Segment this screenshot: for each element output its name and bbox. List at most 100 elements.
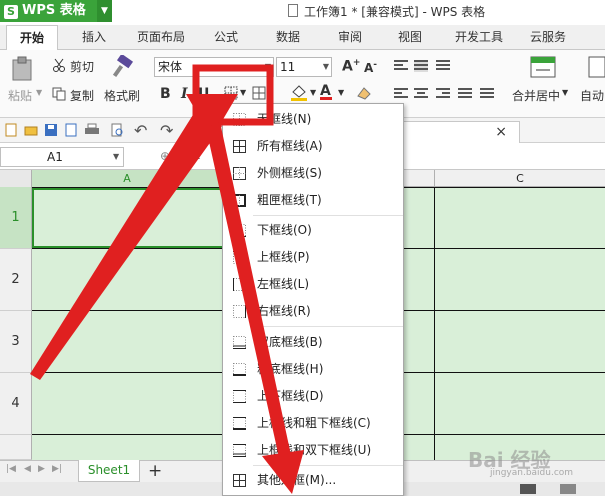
menu-item-more-borders[interactable]: 其他边框(M)...	[223, 467, 403, 494]
paste-icon[interactable]	[10, 56, 36, 82]
wps-logo-icon: S	[4, 5, 18, 19]
font-color-button[interactable]: A	[320, 83, 332, 100]
print-preview-icon[interactable]	[110, 123, 124, 137]
font-size-select[interactable]: 11 ▼	[276, 57, 332, 77]
undo-icon[interactable]: ↶	[134, 121, 147, 140]
clear-format-icon[interactable]	[356, 85, 372, 101]
last-sheet-icon[interactable]: ▶|	[52, 464, 62, 474]
add-sheet-button[interactable]: +	[148, 461, 162, 481]
fill-color-icon[interactable]	[290, 84, 308, 102]
increase-font-size-icon[interactable]: A+	[342, 58, 360, 75]
merge-dropdown-icon[interactable]: ▼	[562, 88, 568, 97]
app-menu-button[interactable]: S WPS 表格 ▼	[0, 0, 112, 22]
select-all-corner[interactable]	[0, 170, 32, 187]
menu-item-top-border[interactable]: 上框线(P)	[223, 244, 403, 271]
underline-button[interactable]: U	[198, 86, 209, 102]
row-header-5[interactable]	[0, 435, 32, 460]
paste-dropdown-icon[interactable]: ▼	[36, 88, 42, 97]
menu-item-top-thick-bottom-border[interactable]: 上框线和粗下框线(C)	[223, 410, 403, 437]
copy-button[interactable]: 复制	[70, 87, 94, 104]
chevron-down-icon: ▼	[113, 152, 120, 161]
window-title: 工作簿1 * [兼容模式] - WPS 表格	[304, 5, 486, 19]
tab-cloud-service[interactable]: 云服务	[520, 25, 576, 50]
auto-wrap-button[interactable]: 自动	[580, 87, 604, 104]
merge-center-icon[interactable]	[530, 56, 556, 80]
menu-item-thick-box-border[interactable]: 粗匣框线(T)	[223, 187, 403, 214]
prev-sheet-icon[interactable]: ◀	[24, 464, 31, 474]
italic-button[interactable]: I	[181, 86, 188, 102]
bold-button[interactable]: B	[160, 86, 171, 102]
menu-item-no-border[interactable]: 无框线(N)	[223, 106, 403, 133]
menu-item-label: 粗匣框线(T)	[257, 193, 322, 207]
save-icon[interactable]	[44, 123, 58, 137]
row-header-3[interactable]: 3	[0, 311, 32, 373]
menu-item-bottom-border[interactable]: 下框线(O)	[223, 217, 403, 244]
active-cell-a1[interactable]	[32, 188, 224, 248]
name-box[interactable]: A1 ▼	[0, 147, 124, 167]
row-header-2[interactable]: 2	[0, 249, 32, 311]
menu-item-all-borders[interactable]: 所有框线(A)	[223, 133, 403, 160]
next-sheet-icon[interactable]: ▶	[38, 464, 45, 474]
thick-bottom-border-icon	[233, 363, 246, 376]
tab-page-layout[interactable]: 页面布局	[130, 25, 192, 50]
justify-icon[interactable]	[458, 88, 472, 100]
align-bottom-icon[interactable]	[436, 60, 450, 72]
export-pdf-icon[interactable]	[64, 123, 78, 137]
menu-item-label: 外侧框线(S)	[257, 166, 322, 180]
align-top-icon[interactable]	[394, 60, 408, 72]
paste-label[interactable]: 粘贴	[8, 87, 32, 104]
format-painter-icon[interactable]	[112, 55, 136, 81]
tab-home[interactable]: 开始	[6, 25, 58, 50]
row-header-4[interactable]: 4	[0, 373, 32, 435]
tab-data[interactable]: 数据	[266, 25, 310, 50]
border-dropdown-icon[interactable]: ▼	[240, 88, 246, 97]
tab-review[interactable]: 审阅	[328, 25, 372, 50]
cut-button[interactable]: 剪切	[70, 58, 94, 75]
new-document-icon[interactable]	[4, 123, 18, 137]
menu-item-thick-bottom-border[interactable]: 粗底框线(H)	[223, 356, 403, 383]
font-color-dropdown-icon[interactable]: ▼	[338, 88, 344, 97]
tab-formulas[interactable]: 公式	[204, 25, 248, 50]
outside-borders-icon	[233, 167, 246, 180]
align-right-icon[interactable]	[436, 88, 450, 100]
decrease-font-size-icon[interactable]: A-	[364, 60, 377, 75]
tab-view[interactable]: 视图	[388, 25, 432, 50]
tab-insert[interactable]: 插入	[70, 25, 118, 50]
align-left-icon[interactable]	[394, 88, 408, 100]
chevron-down-icon[interactable]: ▼	[97, 0, 112, 22]
menu-item-outside-borders[interactable]: 外侧框线(S)	[223, 160, 403, 187]
open-folder-icon[interactable]	[24, 123, 38, 137]
column-header-c[interactable]: C	[434, 170, 605, 187]
menu-item-right-border[interactable]: 右框线(R)	[223, 298, 403, 325]
column-header-a[interactable]: A	[32, 170, 222, 187]
menu-item-double-bottom-border[interactable]: 双底框线(B)	[223, 329, 403, 356]
menu-item-top-double-bottom-border[interactable]: 上框线和双下框线(U)	[223, 437, 403, 464]
normal-view-icon[interactable]	[520, 484, 536, 494]
fx-button[interactable]: fx	[188, 148, 200, 162]
print-icon[interactable]	[84, 123, 100, 137]
format-painter-button[interactable]: 格式刷	[104, 87, 140, 104]
menu-separator	[253, 465, 403, 466]
close-tab-icon[interactable]: ×	[495, 124, 507, 140]
chevron-down-icon: ▼	[264, 62, 271, 71]
row-header-1[interactable]: 1	[0, 187, 32, 249]
wrap-text-icon[interactable]	[588, 56, 605, 80]
cell-style-icon[interactable]	[252, 86, 266, 100]
zoom-formula-icon[interactable]: ⊕	[160, 149, 170, 163]
menu-item-top-bottom-border[interactable]: 上下框线(D)	[223, 383, 403, 410]
fill-color-dropdown-icon[interactable]: ▼	[310, 88, 316, 97]
menu-item-label: 双底框线(B)	[257, 335, 323, 349]
align-middle-icon[interactable]	[414, 60, 428, 72]
tab-developer[interactable]: 开发工具	[446, 25, 512, 50]
double-bottom-border-icon	[233, 336, 246, 349]
page-layout-view-icon[interactable]	[560, 484, 576, 494]
font-name-select[interactable]: 宋体 ▼	[154, 57, 274, 77]
border-icon[interactable]	[224, 86, 238, 100]
menu-item-left-border[interactable]: 左框线(L)	[223, 271, 403, 298]
distributed-align-icon[interactable]	[480, 88, 494, 100]
sheet-tab-sheet1[interactable]: Sheet1	[78, 460, 140, 482]
redo-icon[interactable]: ↷	[160, 121, 173, 140]
align-center-icon[interactable]	[414, 88, 428, 100]
merge-center-button[interactable]: 合并居中	[512, 87, 560, 104]
first-sheet-icon[interactable]: |◀	[6, 464, 16, 474]
